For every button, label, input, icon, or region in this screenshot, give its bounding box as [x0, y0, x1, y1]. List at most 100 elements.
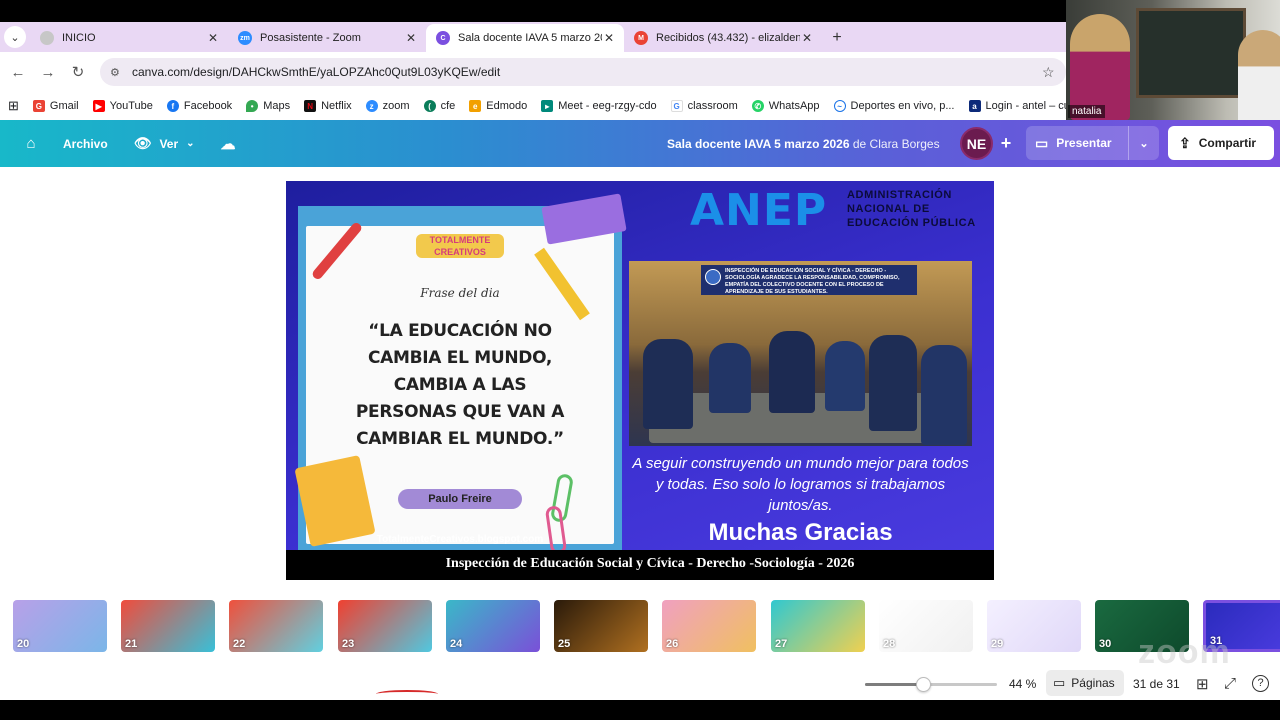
close-icon[interactable]: ✕	[404, 31, 418, 45]
tab-gmail[interactable]: M Recibidos (43.432) - elizaldenat ✕	[624, 24, 822, 52]
bookmark-facebook[interactable]: f Facebook	[166, 100, 233, 112]
share-button[interactable]: ⇪ Compartir	[1168, 126, 1274, 160]
url-text: canva.com/design/DAHCkwSmthE/yaLOPZAhc0Q…	[132, 65, 501, 79]
fullscreen-icon[interactable]: ⤢	[1224, 675, 1236, 692]
address-bar[interactable]: ⚙ canva.com/design/DAHCkwSmthE/yaLOPZAhc…	[100, 58, 1066, 86]
bookmark-star-icon[interactable]: ☆	[1042, 64, 1066, 81]
zoom-video-tile[interactable]: natalia	[1066, 0, 1280, 120]
bookmark-label: Deportes en vivo, p...	[850, 100, 955, 112]
student-figure	[869, 335, 917, 431]
page-thumbnail[interactable]: 20	[13, 600, 107, 652]
student-figure	[825, 341, 865, 411]
tab-zoom[interactable]: zm Posasistente - Zoom ✕	[228, 24, 426, 52]
present-icon: ▭	[1035, 134, 1049, 151]
annotation-scribble	[376, 690, 438, 698]
bookmark-label: classroom	[687, 100, 738, 112]
tab-search-button[interactable]: ⌄	[0, 22, 30, 52]
page-thumbnail[interactable]: 23	[338, 600, 432, 652]
home-icon[interactable]: ⌂	[20, 133, 42, 155]
page-thumbnail[interactable]: 29	[987, 600, 1081, 652]
help-icon[interactable]: ?	[1252, 675, 1269, 692]
site-info-icon[interactable]: ⚙	[110, 66, 124, 79]
page-thumbnail[interactable]: 27	[771, 600, 865, 652]
seal-icon	[705, 269, 721, 285]
photo-banner-text: INSPECCIÓN DE EDUCACIÓN SOCIAL Y CÍVICA …	[725, 268, 900, 295]
cloud-save-icon[interactable]: ☁	[221, 135, 236, 153]
cfe-icon: (	[423, 100, 436, 112]
back-icon[interactable]: ←	[3, 64, 33, 81]
add-collaborator-icon[interactable]: +	[993, 130, 1019, 156]
tab-title: Recibidos (43.432) - elizaldenat	[656, 32, 800, 44]
bookmark-maps[interactable]: • Maps	[246, 100, 290, 112]
bookmark-zoom[interactable]: z zoom	[365, 100, 410, 112]
bookmark-deportes[interactable]: ~ Deportes en vivo, p...	[833, 100, 955, 112]
bookmark-youtube[interactable]: ▶ YouTube	[92, 100, 153, 112]
page-thumbnail[interactable]: 25	[554, 600, 648, 652]
page-thumbnail[interactable]: 24	[446, 600, 540, 652]
page-number: 23	[342, 638, 355, 650]
close-icon[interactable]: ✕	[800, 31, 814, 45]
tab-inicio[interactable]: INICIO ✕	[30, 24, 228, 52]
bookmark-classroom[interactable]: Gclassroom	[670, 100, 738, 112]
whatsapp-icon: ✆	[751, 100, 764, 112]
grid-view-icon[interactable]: ⊞	[1196, 675, 1209, 693]
participant-video-2	[1238, 30, 1280, 120]
pages-button[interactable]: ▭ Páginas	[1046, 670, 1124, 696]
page-thumbnail[interactable]: 28	[879, 600, 973, 652]
page-thumbnail[interactable]: 21	[121, 600, 215, 652]
tab-title: INICIO	[62, 32, 96, 44]
tab-canva[interactable]: C Sala docente IAVA 5 marzo 2026 ✕	[426, 24, 624, 52]
bookmark-cfe[interactable]: ( cfe	[423, 100, 456, 112]
close-icon[interactable]: ✕	[206, 31, 220, 45]
page-thumbnail[interactable]: 26	[662, 600, 756, 652]
bookmark-label: Facebook	[183, 100, 233, 112]
bookmark-netflix[interactable]: N Netflix	[304, 100, 352, 112]
edmodo-icon: e	[469, 100, 482, 112]
poster-quote: “LA EDUCACIÓN NO CAMBIA EL MUNDO, CAMBIA…	[355, 321, 565, 449]
upload-icon: ⇪	[1179, 134, 1191, 151]
address-row: ← → ↻ ⚙ canva.com/design/DAHCkwSmthE/yaL…	[0, 52, 1066, 92]
bookmark-meet[interactable]: ▸ Meet - eeg-rzgy-cdo	[541, 100, 657, 112]
netflix-icon: N	[304, 100, 317, 112]
student-figure	[643, 339, 693, 429]
zoom-slider[interactable]	[865, 677, 997, 692]
bottom-black-bar	[0, 700, 1280, 720]
archivo-menu[interactable]: Archivo	[63, 137, 108, 151]
bookmark-label: Maps	[263, 100, 291, 112]
close-icon[interactable]: ✕	[602, 31, 616, 45]
forward-icon[interactable]: →	[33, 64, 63, 81]
ver-menu[interactable]: 👁 Ver ⌄	[134, 135, 195, 152]
page-number: 22	[233, 638, 246, 650]
bookmark-edmodo[interactable]: e Edmodo	[469, 100, 527, 112]
bookmark-label: cfe	[440, 100, 456, 112]
zoom-percent[interactable]: 44 %	[1009, 677, 1036, 691]
present-button[interactable]: ▭ Presentar ⌄	[1026, 126, 1159, 160]
design-title[interactable]: Sala docente IAVA 5 marzo 2026 de Clara …	[667, 137, 940, 151]
reload-icon[interactable]: ↻	[63, 63, 93, 81]
page-thumbnails: 20 21 22 23 24 25 26 27 28 29 30 31	[0, 597, 1280, 657]
status-bar: 44 % ▭ Páginas 31 de 31 ⊞ ⤢ ?	[0, 657, 1280, 700]
chevron-down-icon: ⌄	[186, 138, 195, 149]
avatar[interactable]: NE	[960, 127, 993, 160]
page-number: 27	[775, 638, 788, 650]
zoom-slider-handle[interactable]	[916, 677, 932, 692]
chevron-down-icon[interactable]: ⌄	[1128, 126, 1159, 160]
new-tab-button[interactable]: +	[822, 24, 852, 52]
quote-poster[interactable]: TOTALMENTE CREATIVOS Frase del dia “LA E…	[294, 193, 627, 555]
bookmark-gmail[interactable]: G Gmail	[32, 100, 79, 112]
bookmark-whatsapp[interactable]: ✆ WhatsApp	[751, 100, 820, 112]
thanks-heading: Muchas Gracias	[708, 519, 893, 546]
classroom-photo[interactable]: INSPECCIÓN DE EDUCACIÓN SOCIAL Y CÍVICA …	[629, 261, 972, 446]
present-label: Presentar	[1056, 136, 1112, 150]
page-number: 24	[450, 638, 463, 650]
slide-31[interactable]: TOTALMENTE CREATIVOS Frase del dia “LA E…	[286, 181, 994, 580]
tab-title: Sala docente IAVA 5 marzo 2026	[458, 32, 602, 44]
youtube-icon: ▶	[92, 100, 105, 112]
closing-message: A seguir construyendo un mundo mejor par…	[632, 455, 969, 514]
page-thumbnail[interactable]: 22	[229, 600, 323, 652]
bookmarks-bar: ⊞ G Gmail ▶ YouTube f Facebook • Maps N Netfl…	[0, 92, 1091, 120]
zoom-icon: zm	[238, 31, 252, 45]
meet-icon: ▸	[541, 100, 554, 112]
apps-icon[interactable]: ⊞	[8, 98, 19, 114]
anep-logo: ANEP	[690, 185, 828, 236]
